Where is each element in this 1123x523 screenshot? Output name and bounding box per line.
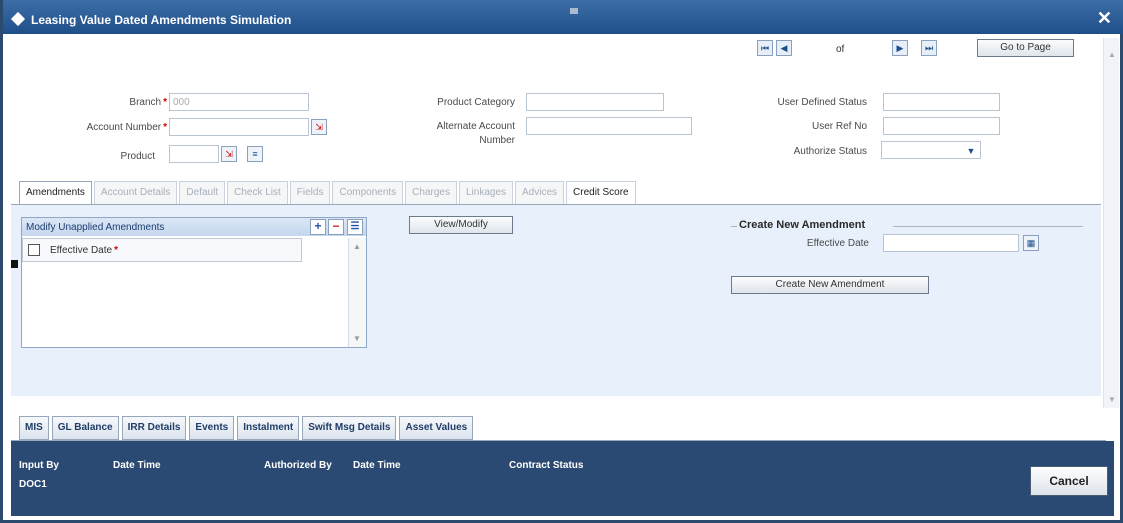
next-page-button[interactable]: ▶	[892, 40, 908, 56]
grid-title: Modify Unapplied Amendments	[26, 222, 165, 233]
calendar-icon[interactable]: ▦	[1023, 235, 1039, 251]
account-number-label-text: Account Number	[86, 122, 162, 133]
window-icon	[10, 11, 26, 27]
required-mark: *	[163, 122, 167, 133]
cancel-button[interactable]: Cancel	[1030, 466, 1108, 496]
product-lookup-icon[interactable]: ⇲	[221, 146, 237, 162]
tab-credit-score[interactable]: Credit Score	[566, 181, 636, 205]
scroll-down-icon[interactable]: ▼	[353, 334, 361, 343]
branch-label: Branch *	[83, 97, 167, 108]
effective-date-column-label: Effective Date	[50, 245, 113, 256]
tab-asset-values[interactable]: Asset Values	[399, 416, 474, 440]
tab-check-list[interactable]: Check List	[227, 181, 288, 205]
delete-row-button[interactable]: −	[328, 219, 344, 235]
authorize-status-select[interactable]: ▼	[881, 141, 981, 159]
bottom-tabs: MIS GL Balance IRR Details Events Instal…	[19, 416, 474, 440]
drag-grip-icon[interactable]	[570, 8, 578, 14]
product-category-input[interactable]	[526, 93, 664, 111]
account-lookup-icon[interactable]: ⇲	[311, 119, 327, 135]
tab-default[interactable]: Default	[179, 181, 226, 205]
branch-label-text: Branch	[129, 97, 162, 108]
section-divider-left	[731, 226, 737, 227]
effective-date-column-header: Effective Date *	[50, 245, 118, 256]
tab-swift-msg-details[interactable]: Swift Msg Details	[302, 416, 397, 440]
last-page-button[interactable]: ⏭	[921, 40, 937, 56]
authorized-by-label: Authorized By	[264, 460, 332, 471]
user-ref-no-label: User Ref No	[811, 121, 867, 132]
account-number-input[interactable]	[169, 118, 309, 136]
scroll-up-icon[interactable]: ▲	[1108, 50, 1116, 59]
date-time-label: Date Time	[113, 460, 161, 471]
account-number-label: Account Number *	[43, 122, 167, 133]
alternate-account-label-line2: Number	[479, 135, 515, 146]
user-defined-status-label: User Defined Status	[777, 97, 868, 108]
product-label: Product	[120, 151, 155, 162]
close-icon[interactable]: ✕	[1097, 8, 1112, 29]
tab-account-details[interactable]: Account Details	[93, 181, 178, 205]
branch-input[interactable]	[169, 93, 309, 111]
pager-of-label: of	[836, 44, 845, 55]
create-amendment-section-title: Create New Amendment	[739, 219, 866, 231]
scroll-down-icon[interactable]: ▼	[1108, 395, 1116, 404]
product-input[interactable]	[169, 145, 219, 163]
add-row-button[interactable]: +	[310, 219, 326, 235]
audit-footer	[11, 441, 1114, 516]
user-defined-status-input[interactable]	[883, 93, 1000, 111]
row-marker-icon	[11, 260, 18, 268]
tab-components[interactable]: Components	[332, 181, 404, 205]
dialog-window: Leasing Value Dated Amendments Simulatio…	[0, 0, 1123, 523]
go-to-page-button[interactable]: Go to Page	[977, 39, 1074, 57]
window-title: Leasing Value Dated Amendments Simulatio…	[31, 13, 292, 27]
tab-events[interactable]: Events	[189, 416, 235, 440]
unapplied-amendments-grid: Modify Unapplied Amendments + − ☰ Effect…	[21, 217, 367, 348]
tab-irr-details[interactable]: IRR Details	[121, 416, 187, 440]
tab-charges[interactable]: Charges	[405, 181, 457, 205]
form-scrollbar[interactable]: ▲ ▼	[1103, 38, 1119, 408]
contract-status-label: Contract Status	[509, 460, 584, 471]
effective-date-input[interactable]	[883, 234, 1019, 252]
single-view-button[interactable]: ☰	[347, 219, 363, 235]
user-ref-no-input[interactable]	[883, 117, 1000, 135]
input-by-label: Input By	[19, 460, 59, 471]
main-tabs: Amendments Account Details Default Check…	[19, 181, 636, 205]
tab-amendments[interactable]: Amendments	[19, 181, 92, 205]
chevron-down-icon: ▼	[966, 146, 976, 156]
scroll-up-icon[interactable]: ▲	[353, 242, 361, 251]
alternate-account-number-input[interactable]	[526, 117, 692, 135]
product-category-label: Product Category	[437, 97, 515, 108]
tab-mis[interactable]: MIS	[19, 416, 49, 440]
product-details-icon[interactable]: ≡	[247, 146, 263, 162]
first-page-button[interactable]: ⏮	[757, 40, 773, 56]
tab-fields[interactable]: Fields	[289, 181, 331, 205]
view-modify-button[interactable]: View/Modify	[409, 216, 513, 234]
authorize-status-label: Authorize Status	[793, 146, 867, 157]
alternate-account-label-line1: Alternate Account	[436, 121, 515, 132]
create-new-amendment-button[interactable]: Create New Amendment	[731, 276, 929, 294]
required-mark: *	[114, 245, 118, 256]
grid-scrollbar[interactable]: ▲ ▼	[348, 238, 366, 347]
select-all-checkbox[interactable]	[28, 244, 40, 256]
previous-page-button[interactable]: ◀	[776, 40, 792, 56]
tab-gl-balance[interactable]: GL Balance	[51, 416, 119, 440]
grid-header: Modify Unapplied Amendments + − ☰	[22, 218, 366, 236]
required-mark: *	[163, 97, 167, 108]
section-divider	[893, 226, 1083, 227]
tab-advices[interactable]: Advices	[515, 181, 565, 205]
grid-column-header-row: Effective Date *	[22, 238, 302, 262]
effective-date-label: Effective Date	[806, 238, 869, 249]
tab-instalment[interactable]: Instalment	[237, 416, 300, 440]
tab-linkages[interactable]: Linkages	[458, 181, 514, 205]
title-bar[interactable]: Leasing Value Dated Amendments Simulatio…	[3, 0, 1123, 34]
authorized-date-time-label: Date Time	[353, 460, 401, 471]
input-by-value: DOC1	[19, 479, 47, 490]
